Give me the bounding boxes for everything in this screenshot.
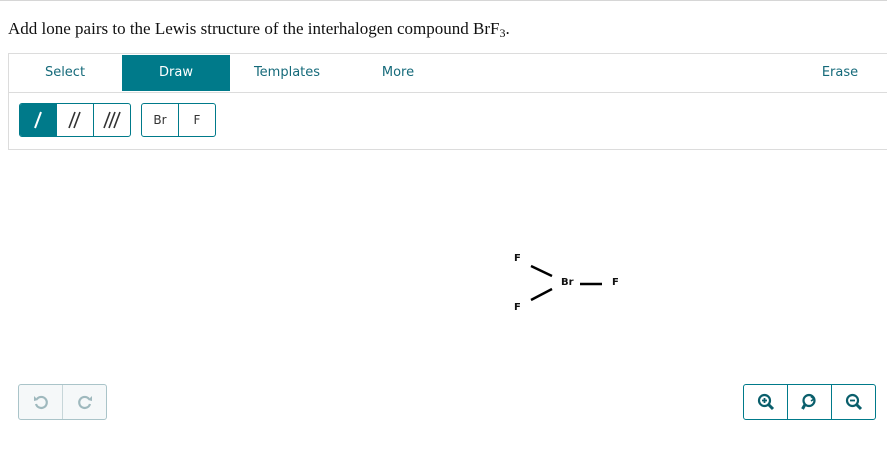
- structure-editor: Select Draw Templates More Erase Br F: [8, 53, 887, 150]
- redo-icon: [77, 395, 92, 410]
- undo-icon: [33, 395, 48, 410]
- redo-button[interactable]: [63, 385, 106, 419]
- zoom-in-button[interactable]: [744, 385, 788, 419]
- triple-bond-button[interactable]: [94, 104, 130, 136]
- single-bond-icon: [34, 111, 42, 129]
- question-text: Add lone pairs to the Lewis structure of…: [8, 19, 500, 38]
- tab-draw[interactable]: Draw: [122, 55, 230, 91]
- top-divider: [0, 0, 887, 1]
- atom-f-right[interactable]: F: [612, 277, 619, 288]
- bond-f-bottom[interactable]: [530, 287, 553, 302]
- atom-f-bottom[interactable]: F: [514, 302, 521, 313]
- triple-bond-icon: [102, 111, 121, 129]
- history-controls: [18, 384, 107, 420]
- question-suffix: .: [505, 19, 510, 38]
- zoom-out-icon: [845, 393, 863, 411]
- atom-button-br[interactable]: Br: [142, 104, 179, 136]
- atom-button-f[interactable]: F: [179, 104, 215, 136]
- editor-toolbar: Select Draw Templates More Erase: [9, 54, 887, 93]
- molecule-canvas[interactable]: F Br F F: [500, 245, 640, 325]
- tab-select[interactable]: Select: [9, 55, 121, 91]
- zoom-in-icon: [757, 393, 774, 411]
- tab-templates[interactable]: Templates: [231, 55, 343, 91]
- double-bond-button[interactable]: [57, 104, 94, 136]
- reset-zoom-icon: [800, 393, 816, 410]
- tab-more[interactable]: More: [344, 55, 452, 91]
- question-prompt: Add lone pairs to the Lewis structure of…: [8, 19, 510, 40]
- single-bond-button[interactable]: [20, 104, 57, 136]
- bond-tool-group: [19, 103, 131, 137]
- double-bond-icon: [68, 111, 81, 129]
- undo-button[interactable]: [19, 385, 63, 419]
- zoom-out-button[interactable]: [832, 385, 876, 419]
- atom-br-center[interactable]: Br: [561, 277, 574, 288]
- atom-tool-group: Br F: [141, 103, 216, 137]
- zoom-controls: [743, 384, 876, 420]
- bond-f-top[interactable]: [530, 264, 553, 278]
- erase-button[interactable]: Erase: [799, 55, 881, 91]
- atom-f-top[interactable]: F: [514, 253, 521, 264]
- reset-zoom-button[interactable]: [788, 385, 832, 419]
- question-subscript: 3: [499, 26, 506, 40]
